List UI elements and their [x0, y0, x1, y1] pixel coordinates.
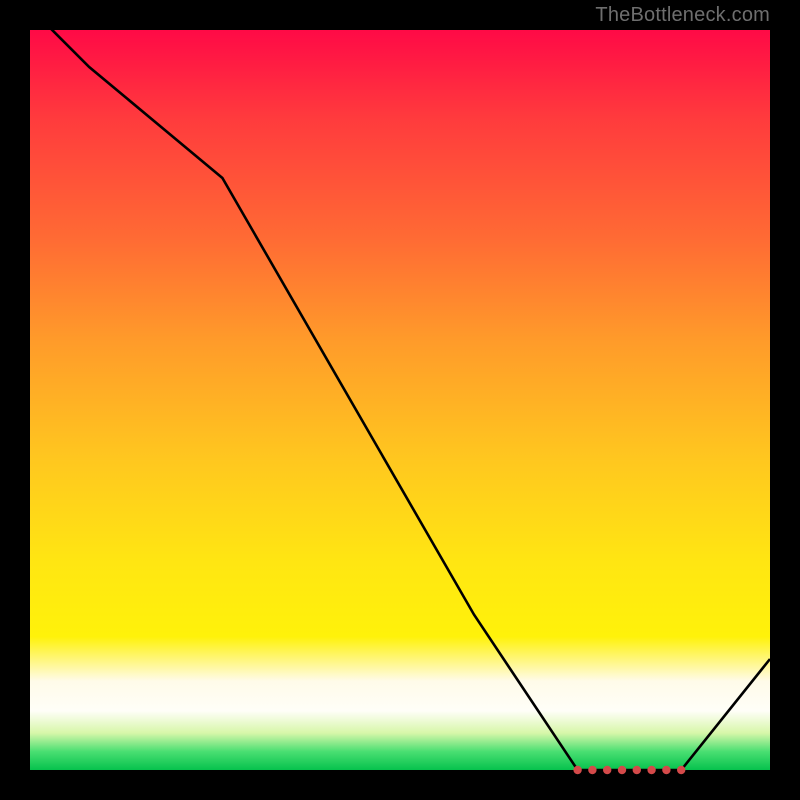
marker-dot — [573, 766, 581, 774]
chart-overlay — [0, 0, 800, 800]
marker-dot — [647, 766, 655, 774]
attribution-text: TheBottleneck.com — [595, 4, 770, 27]
chart-stage: TheBottleneck.com — [0, 0, 800, 800]
marker-dot — [618, 766, 626, 774]
marker-dot — [662, 766, 670, 774]
marker-dot — [588, 766, 596, 774]
marker-dot — [677, 766, 685, 774]
series-curve — [30, 8, 770, 770]
marker-dot — [603, 766, 611, 774]
line-series — [30, 8, 770, 770]
marker-dot — [633, 766, 641, 774]
